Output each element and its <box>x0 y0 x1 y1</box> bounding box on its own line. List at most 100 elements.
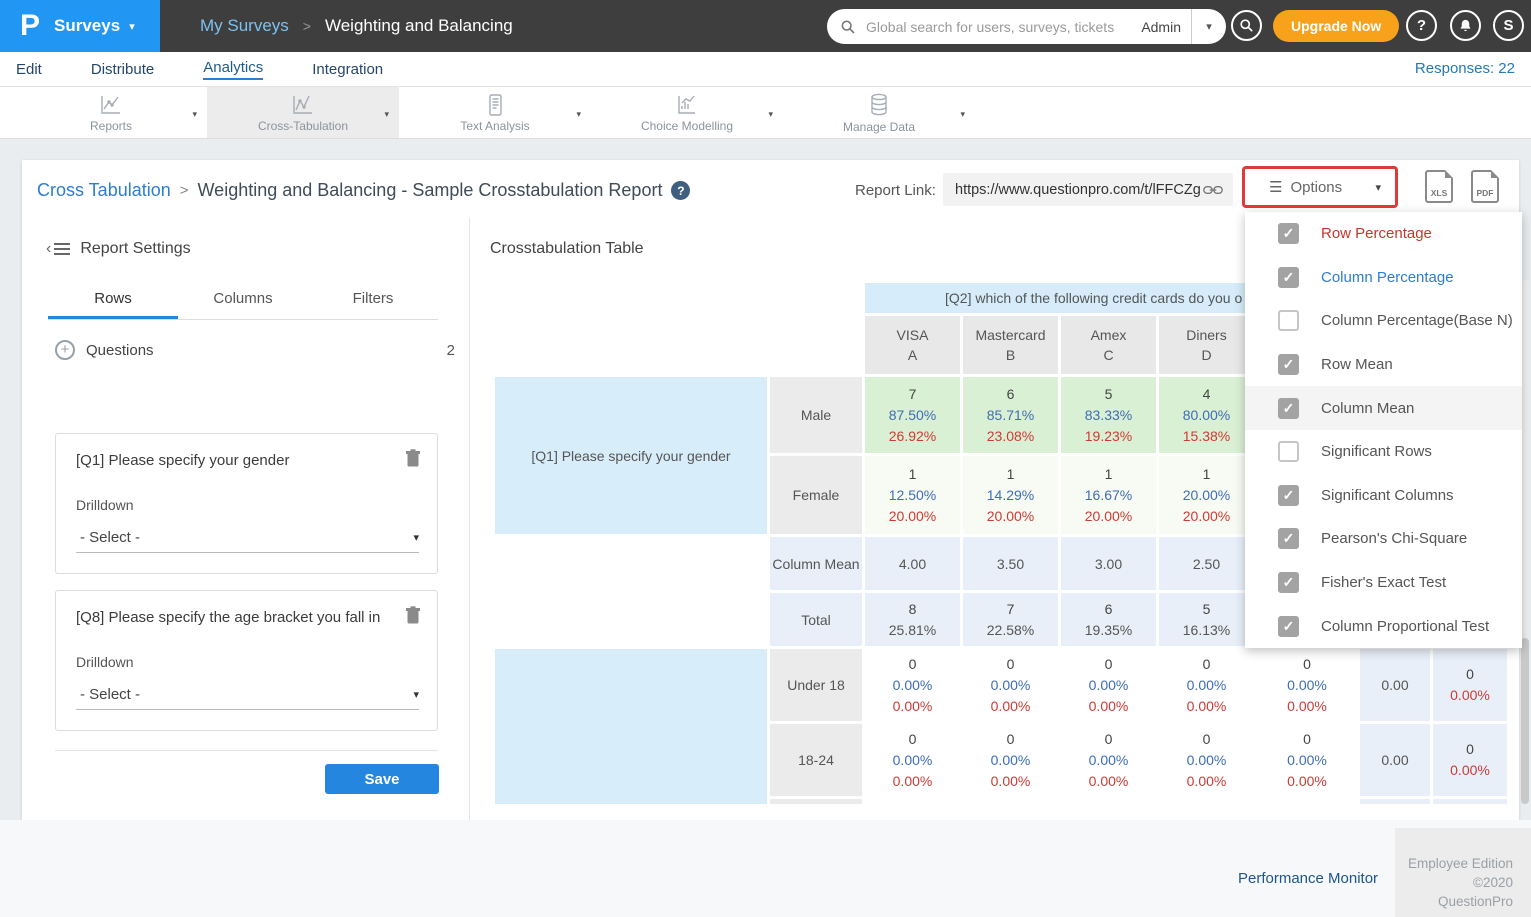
toolbar-cross-tabulation[interactable]: Cross-Tabulation ▾ <box>207 87 399 138</box>
row-label: Under 18 <box>770 649 862 721</box>
product-switcher[interactable]: P Surveys ▾ <box>0 0 160 52</box>
spacer-cell <box>495 537 767 590</box>
chevron-down-icon: ▾ <box>413 531 419 544</box>
menu-item-significant-columns[interactable]: Significant Columns <box>1245 474 1522 518</box>
table-cell <box>1257 799 1357 804</box>
menu-item-column-proportional-test[interactable]: Column Proportional Test <box>1245 604 1522 648</box>
row-label: Male <box>770 377 862 453</box>
checkbox-checked-icon[interactable] <box>1278 354 1299 375</box>
chevron-down-icon[interactable]: ▾ <box>960 109 965 120</box>
menu-item-significant-rows[interactable]: Significant Rows <box>1245 430 1522 474</box>
menu-item-column-percentage[interactable]: Column Percentage <box>1245 256 1522 300</box>
scrollbar-thumb[interactable] <box>1521 638 1529 804</box>
report-url-field[interactable]: https://www.questionpro.com/t/lFFCZg <box>943 173 1233 206</box>
search-submit-button[interactable] <box>1231 10 1262 41</box>
help-icon[interactable]: ? <box>671 181 690 200</box>
report-title: Weighting and Balancing - Sample Crossta… <box>198 180 663 201</box>
questions-count: 2 <box>447 342 455 359</box>
toolbar-manage-data[interactable]: Manage Data ▾ <box>783 87 975 138</box>
checkbox-unchecked-icon[interactable] <box>1278 441 1299 462</box>
table-cell: 00.00%0.00% <box>865 724 960 796</box>
cross-tabulation-link[interactable]: Cross Tabulation <box>37 180 171 201</box>
menu-item-pearsons-chi-square[interactable]: Pearson's Chi-Square <box>1245 517 1522 561</box>
drilldown-select[interactable]: - Select - ▾ <box>76 679 419 710</box>
copyright: ©2020 QuestionPro <box>1395 873 1513 911</box>
notifications-button[interactable] <box>1450 10 1481 41</box>
table-cell: 480.00%15.38% <box>1159 377 1254 453</box>
avatar[interactable]: S <box>1493 10 1524 41</box>
chevron-down-icon[interactable]: ▾ <box>768 109 773 120</box>
export-xls-button[interactable]: XLS <box>1425 170 1453 203</box>
menu-item-label: Column Percentage(Base N) <box>1321 312 1513 329</box>
trash-icon <box>405 606 421 624</box>
tab-analytics[interactable]: Analytics <box>203 59 263 80</box>
toolbar-reports[interactable]: Reports ▾ <box>15 87 207 138</box>
col-code: A <box>865 345 960 365</box>
toolbar-label: Text Analysis <box>460 119 529 133</box>
search-scope-caret-icon[interactable]: ▾ <box>1192 20 1226 33</box>
checkbox-checked-icon[interactable] <box>1278 485 1299 506</box>
breadcrumb-current-survey: Weighting and Balancing <box>325 16 513 36</box>
export-pdf-button[interactable]: PDF <box>1471 170 1499 203</box>
menu-item-row-mean[interactable]: Row Mean <box>1245 343 1522 387</box>
checkbox-checked-icon[interactable] <box>1278 572 1299 593</box>
checkbox-checked-icon[interactable] <box>1278 223 1299 244</box>
report-url[interactable]: https://www.questionpro.com/t/lFFCZg <box>955 182 1203 198</box>
row-label <box>770 799 862 804</box>
table-cell: 00.00%0.00% <box>1159 649 1254 721</box>
tab-distribute[interactable]: Distribute <box>91 61 154 78</box>
menu-item-fishers-exact-test[interactable]: Fisher's Exact Test <box>1245 561 1522 605</box>
toolbar-text-analysis[interactable]: Text Analysis ▾ <box>399 87 591 138</box>
top-bar: P Surveys ▾ My Surveys > Weighting and B… <box>0 0 1531 52</box>
delete-question-button[interactable] <box>405 449 421 472</box>
toolbar-choice-modelling[interactable]: Choice Modelling ▾ <box>591 87 783 138</box>
responses-count: Responses: 22 <box>1415 60 1515 77</box>
tab-filters[interactable]: Filters <box>308 280 438 319</box>
tab-integration[interactable]: Integration <box>312 61 383 78</box>
search-input[interactable] <box>864 18 1141 36</box>
add-question-button[interactable]: + <box>55 340 75 360</box>
chevron-down-icon[interactable]: ▾ <box>129 20 135 33</box>
upgrade-now-button[interactable]: Upgrade Now <box>1273 10 1399 42</box>
options-button[interactable]: ☰ Options ▾ <box>1245 169 1395 205</box>
checkbox-checked-icon[interactable] <box>1278 616 1299 637</box>
table-cell: 116.67%20.00% <box>1061 456 1156 534</box>
menu-item-column-percentage-base-n[interactable]: Column Percentage(Base N) <box>1245 299 1522 343</box>
menu-item-column-mean[interactable]: Column Mean <box>1245 386 1522 430</box>
delete-question-button[interactable] <box>405 606 421 629</box>
spacer-cell <box>495 593 767 646</box>
table-scrollbar[interactable] <box>1521 280 1529 804</box>
collapse-panel-icon[interactable]: ‹ <box>46 240 70 258</box>
table-cell: 00.00%0.00% <box>1257 649 1357 721</box>
checkbox-unchecked-icon[interactable] <box>1278 310 1299 331</box>
col-name: Mastercard <box>963 325 1058 345</box>
report-settings-panel: ‹ Report Settings Rows Columns Filters +… <box>22 218 470 820</box>
menu-item-row-percentage[interactable]: Row Percentage <box>1245 212 1522 256</box>
drilldown-select[interactable]: - Select - ▾ <box>76 522 419 553</box>
save-button[interactable]: Save <box>325 764 439 794</box>
link-icon[interactable] <box>1203 183 1223 197</box>
performance-monitor-link[interactable]: Performance Monitor <box>1238 870 1378 887</box>
breadcrumb-my-surveys[interactable]: My Surveys <box>200 16 289 36</box>
settings-tabs: Rows Columns Filters <box>48 280 438 320</box>
table-cell: 516.13% <box>1159 593 1254 646</box>
checkbox-checked-icon[interactable] <box>1278 267 1299 288</box>
chevron-down-icon[interactable]: ▾ <box>192 109 197 120</box>
chevron-down-icon[interactable]: ▾ <box>384 109 389 120</box>
tab-rows[interactable]: Rows <box>48 280 178 319</box>
footer: Performance Monitor Employee Edition ©20… <box>0 820 1531 917</box>
help-button[interactable]: ? <box>1406 10 1437 41</box>
checkbox-checked-icon[interactable] <box>1278 398 1299 419</box>
edition-block: Employee Edition ©2020 QuestionPro <box>1395 828 1531 917</box>
tab-edit[interactable]: Edit <box>16 61 42 78</box>
tab-columns[interactable]: Columns <box>178 280 308 319</box>
search-scope-label[interactable]: Admin <box>1141 19 1181 35</box>
menu-item-label: Pearson's Chi-Square <box>1321 530 1467 547</box>
table-cell: 00.00%0.00% <box>1061 649 1156 721</box>
global-search[interactable]: Admin ▾ <box>827 9 1226 44</box>
chevron-down-icon[interactable]: ▾ <box>576 109 581 120</box>
question-text: [Q1] Please specify your gender <box>76 452 387 469</box>
checkbox-checked-icon[interactable] <box>1278 528 1299 549</box>
toolbar-label: Reports <box>90 119 132 133</box>
row-label: Total <box>770 593 862 646</box>
